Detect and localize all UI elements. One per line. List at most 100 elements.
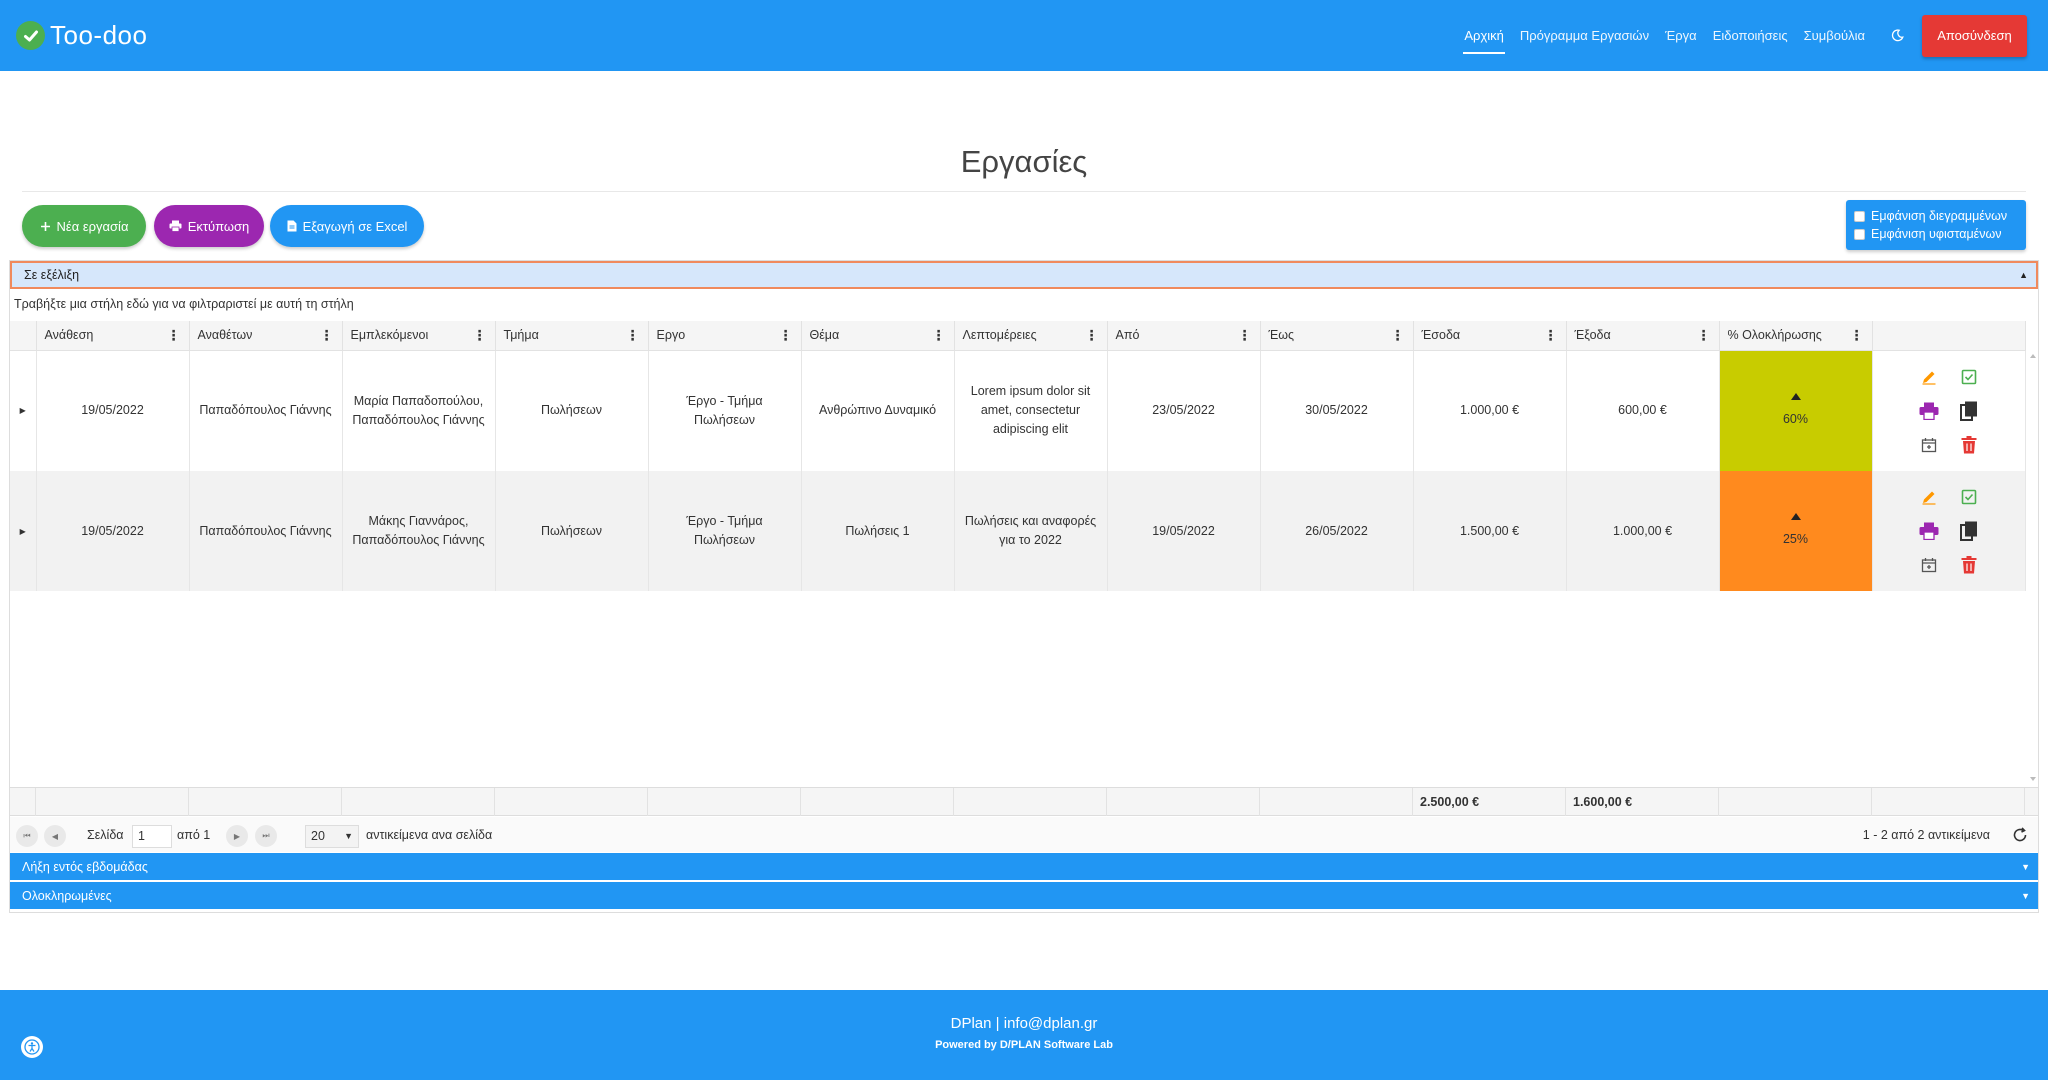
nav-notifications[interactable]: Ειδοποιήσεις [1712,0,1789,71]
expand-row-icon[interactable]: ▶ [10,471,37,591]
cell-actions [1872,471,2026,591]
cell-from: 23/05/2022 [1107,350,1261,471]
column-header-assigner[interactable]: Αναθέτων ⋮ [189,321,343,351]
refresh-icon[interactable] [2012,827,2028,846]
last-page-icon[interactable]: ⏭ [255,825,277,847]
prev-page-icon[interactable]: ◀ [44,825,66,847]
show-subtasks-checkbox[interactable] [1854,228,1865,240]
title-divider [22,191,2026,192]
group-in-progress[interactable]: Σε εξέλιξη ▲ [10,261,2038,289]
column-header-income[interactable]: Έσοδα ⋮ [1413,321,1567,351]
calendar-icon[interactable] [1909,432,1949,458]
brand[interactable]: Too-doo [16,20,147,51]
cell-completion: 60% [1719,350,1873,471]
new-task-button[interactable]: Νέα εργασία [22,205,146,247]
column-menu-icon[interactable]: ⋮ [1850,328,1864,342]
show-subtasks-option[interactable]: Εμφάνιση υφισταμένων [1854,225,2026,243]
table-row[interactable]: ▶ 19/05/2022 Παπαδόπουλος Γιάννης Μαρία … [10,350,2026,471]
nav-menu: Αρχική Πρόγραμμα Εργασιών Έργα Ειδοποιήσ… [1456,0,2027,71]
cell-subject: Ανθρώπινο Δυναμικό [801,350,955,471]
checkbox-icon[interactable] [1949,364,1989,390]
trash-icon[interactable] [1949,432,1989,458]
footer-email[interactable]: info@dplan.gr [1004,1015,1098,1032]
column-header-expenses[interactable]: Έξοδα ⋮ [1566,321,1720,351]
caret-up-icon: ▲ [2019,270,2028,280]
column-menu-icon[interactable]: ⋮ [320,328,334,342]
nav-home[interactable]: Αρχική [1463,0,1505,71]
table-row[interactable]: ▶ 19/05/2022 Παπαδόπουλος Γιάννης Μάκης … [10,471,2026,591]
calendar-icon[interactable] [1909,552,1949,578]
completion-value: 25% [1782,532,1809,546]
logout-button[interactable]: Αποσύνδεση [1922,14,2027,57]
printer-icon [169,220,182,232]
column-header-to[interactable]: Έως ⋮ [1260,321,1414,351]
grid-empty-area [10,593,2038,789]
next-page-icon[interactable]: ▶ [226,825,248,847]
per-page-label: αντικείμενα ανα σελίδα [366,828,493,842]
nav-task-schedule[interactable]: Πρόγραμμα Εργασιών [1519,0,1650,71]
group-due-week[interactable]: Λήξη εντός εβδομάδας ▼ [10,853,2038,881]
show-deleted-checkbox[interactable] [1854,210,1865,222]
group-completed[interactable]: Ολοκληρωμένες ▼ [10,882,2038,910]
group-drag-hint: Τραβήξτε μια στήλη εδώ για να φιλτραριστ… [14,297,354,311]
pencil-icon[interactable] [1909,364,1949,390]
column-header-department[interactable]: Τμήμα ⋮ [495,321,649,351]
cell-income: 1.500,00 € [1413,471,1567,591]
total-income: 2.500,00 € [1413,788,1566,816]
print-button[interactable]: Εκτύπωση [154,205,264,247]
cell-involved: Μαρία Παπαδοπούλου, Παπαδόπουλος Γιάννης [342,350,496,471]
checkbox-icon[interactable] [1949,484,1989,510]
group-due-week-label: Λήξη εντός εβδομάδας [22,859,148,874]
printer-icon[interactable] [1909,398,1949,424]
cell-involved: Μάκης Γιαννάρος, Παπαδόπουλος Γιάννης [342,471,496,591]
column-menu-icon[interactable]: ⋮ [1544,328,1558,342]
column-header-involved[interactable]: Εμπλεκόμενοι ⋮ [342,321,496,351]
column-menu-icon[interactable]: ⋮ [1697,328,1711,342]
dropdown-arrow-icon: ▼ [344,831,353,841]
cell-from: 19/05/2022 [1107,471,1261,591]
column-header-project[interactable]: Εργο ⋮ [648,321,802,351]
column-header-assigned[interactable]: Ανάθεση ⋮ [36,321,190,351]
nav-councils[interactable]: Συμβούλια [1803,0,1866,71]
cell-income: 1.000,00 € [1413,350,1567,471]
page-of-label: από 1 [177,828,211,842]
trash-icon[interactable] [1949,552,1989,578]
accessibility-icon[interactable] [21,1036,43,1058]
cell-details: Lorem ipsum dolor sit amet, consectetur … [954,350,1108,471]
cell-assigned: 19/05/2022 [36,471,190,591]
column-menu-icon[interactable]: ⋮ [779,328,793,342]
column-header-expand [10,321,37,351]
footer-powered-by[interactable]: Powered by D/PLAN Software Lab [0,1039,2048,1051]
column-menu-icon[interactable]: ⋮ [1391,328,1405,342]
nav-projects[interactable]: Έργα [1664,0,1698,71]
vertical-scrollbar[interactable] [2028,349,2038,786]
column-menu-icon[interactable]: ⋮ [167,328,181,342]
show-deleted-option[interactable]: Εμφάνιση διεγραμμένων [1854,207,2026,225]
column-menu-icon[interactable]: ⋮ [1085,328,1099,342]
column-header-subject[interactable]: Θέμα ⋮ [801,321,955,351]
page-number-input[interactable]: 1 [132,825,172,848]
plus-icon [40,221,51,232]
group-in-progress-label: Σε εξέλιξη [24,268,80,282]
expand-row-icon[interactable]: ▶ [10,350,37,471]
moon-icon[interactable] [1891,29,1904,42]
column-menu-icon[interactable]: ⋮ [626,328,640,342]
printer-icon[interactable] [1909,518,1949,544]
page-size-select[interactable]: 20 ▼ [305,825,359,848]
column-header-details[interactable]: Λεπτομέρειες ⋮ [954,321,1108,351]
copy-icon[interactable] [1949,398,1989,424]
page-label: Σελίδα [87,828,124,842]
footer-contact: DPlan | info@dplan.gr [950,1015,1098,1032]
copy-icon[interactable] [1949,518,1989,544]
pencil-icon[interactable] [1909,484,1949,510]
column-menu-icon[interactable]: ⋮ [1238,328,1252,342]
export-excel-button[interactable]: Εξαγωγή σε Excel [270,205,424,247]
column-menu-icon[interactable]: ⋮ [932,328,946,342]
first-page-icon[interactable]: ⏮ [16,825,38,847]
column-menu-icon[interactable]: ⋮ [473,328,487,342]
column-header-from[interactable]: Από ⋮ [1107,321,1261,351]
file-icon [287,220,297,232]
cell-department: Πωλήσεων [495,471,649,591]
footer-company: DPlan [950,1015,992,1032]
column-header-completion[interactable]: % Ολοκλήρωσης ⋮ [1719,321,1873,351]
